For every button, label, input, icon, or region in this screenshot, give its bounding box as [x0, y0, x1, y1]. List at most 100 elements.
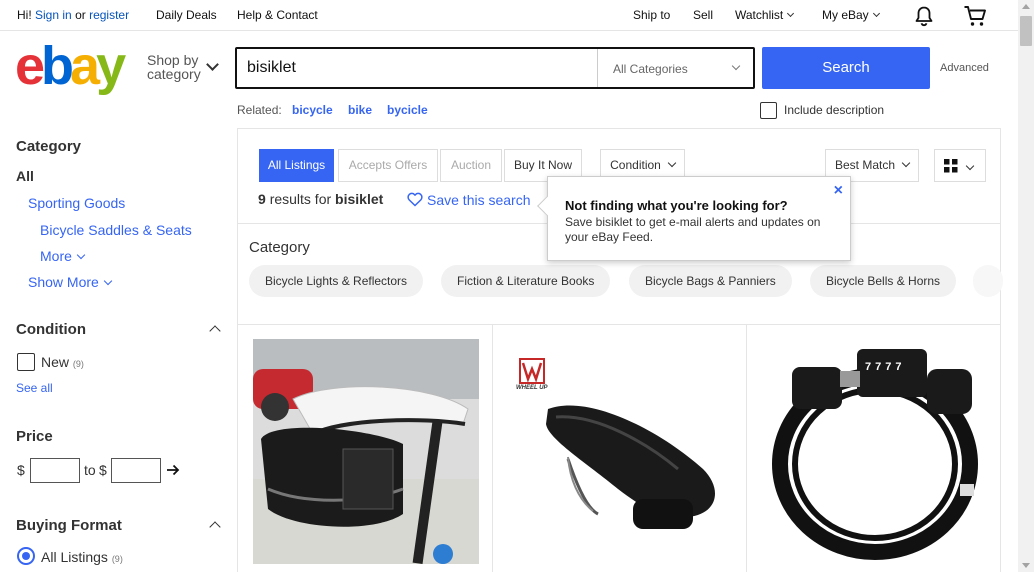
- price-to-label: to: [84, 462, 96, 478]
- show-more-label: Show More: [28, 274, 99, 290]
- notification-bell-icon[interactable]: [913, 5, 935, 27]
- my-ebay-menu[interactable]: My eBay: [822, 8, 880, 22]
- scroll-down-icon[interactable]: [1022, 563, 1030, 568]
- watchlist-label: Watchlist: [735, 8, 784, 22]
- results-number: 9: [258, 191, 266, 207]
- tab-all-listings[interactable]: All Listings: [259, 149, 334, 182]
- include-description-checkbox[interactable]: [760, 102, 777, 119]
- tab-accepts-offers[interactable]: Accepts Offers: [338, 149, 438, 182]
- related-link-bicycle[interactable]: bicycle: [292, 103, 333, 117]
- sort-dropdown-label: Best Match: [834, 158, 896, 172]
- category-chips-heading: Category: [249, 239, 310, 256]
- price-min-input[interactable]: [30, 458, 80, 483]
- related-link-bike[interactable]: bike: [348, 103, 372, 117]
- all-listings-text: All Listings: [41, 549, 108, 565]
- tooltip-body: Save bisiklet to get e-mail alerts and u…: [565, 215, 821, 244]
- tooltip-title: Not finding what you're looking for?: [565, 198, 788, 213]
- arrow-right-icon[interactable]: [165, 462, 181, 478]
- related-searches: Related: bicycle bike bycicle: [237, 103, 428, 117]
- chip-bicycle-bells[interactable]: Bicycle Bells & Horns: [810, 265, 957, 297]
- scroll-thumb[interactable]: [1020, 16, 1032, 46]
- chevron-down-icon: [103, 276, 113, 286]
- include-description-label: Include description: [784, 103, 885, 117]
- page-scrollbar[interactable]: [1018, 0, 1034, 572]
- product-card[interactable]: 7777: [746, 324, 1000, 572]
- condition-new-checkbox[interactable]: [17, 353, 35, 371]
- bike-saddle-image: [508, 339, 734, 564]
- sell-link[interactable]: Sell: [693, 8, 713, 22]
- results-count: 9 results for bisiklet: [258, 191, 383, 207]
- category-select[interactable]: All Categories: [597, 49, 755, 87]
- category-bicycle-saddles[interactable]: Bicycle Saddles & Seats: [40, 222, 192, 238]
- ebay-logo[interactable]: ebay: [15, 39, 126, 93]
- all-listings-count: (9): [111, 554, 123, 564]
- product-brand-text: WHEEL UP: [516, 385, 548, 391]
- price-heading: Price: [16, 428, 53, 445]
- tab-auction[interactable]: Auction: [440, 149, 502, 182]
- product-card[interactable]: WHEEL UP: [492, 324, 746, 572]
- greeting-text: Hi! Sign in or register: [17, 8, 129, 22]
- chevron-down-icon: [901, 158, 911, 168]
- all-listings-radio[interactable]: [17, 547, 35, 565]
- all-listings-label: All Listings (9): [41, 549, 123, 565]
- logo-letter-b: b: [41, 36, 74, 96]
- search-input[interactable]: [247, 49, 592, 87]
- help-contact-link[interactable]: Help & Contact: [237, 8, 318, 22]
- results-for-text: results for: [269, 191, 332, 207]
- related-link-bycicle[interactable]: bycicle: [387, 103, 428, 117]
- save-search-label: Save this search: [427, 192, 531, 208]
- chevron-down-icon: [787, 9, 795, 18]
- or-text: or: [75, 8, 86, 22]
- product-card[interactable]: [238, 324, 492, 572]
- show-more-link[interactable]: Show More: [28, 274, 113, 290]
- scroll-up-icon[interactable]: [1022, 4, 1030, 9]
- chip-bicycle-bags[interactable]: Bicycle Bags & Panniers: [629, 265, 792, 297]
- condition-see-all-link[interactable]: See all: [16, 381, 53, 395]
- chevron-down-icon: [667, 158, 677, 168]
- new-label: New: [41, 354, 70, 370]
- chevron-down-icon: [965, 161, 975, 171]
- watchlist-menu[interactable]: Watchlist: [735, 8, 795, 22]
- chip-bicycle-lights[interactable]: Bicycle Lights & Reflectors: [249, 265, 424, 297]
- collapse-buying-format-icon[interactable]: [209, 521, 221, 533]
- new-count: (9): [72, 359, 84, 369]
- related-label: Related:: [237, 103, 282, 117]
- product-image-saddle-bag[interactable]: [253, 339, 479, 564]
- sign-in-link[interactable]: Sign in: [35, 8, 72, 22]
- register-link[interactable]: register: [89, 8, 129, 22]
- save-search-button[interactable]: Save this search: [407, 190, 531, 208]
- shopping-cart-icon[interactable]: [963, 4, 987, 28]
- advanced-search-link[interactable]: Advanced: [940, 62, 989, 74]
- buying-format-heading: Buying Format: [16, 517, 122, 534]
- results-query: bisiklet: [335, 191, 384, 207]
- collapse-condition-icon[interactable]: [209, 325, 221, 337]
- price-max-currency: $: [99, 462, 107, 478]
- product-image-saddle[interactable]: WHEEL UP: [508, 339, 734, 564]
- category-sporting-goods[interactable]: Sporting Goods: [28, 195, 125, 211]
- search-bar: All Categories: [235, 47, 755, 89]
- grid-view-icon: [944, 159, 958, 173]
- close-icon[interactable]: ×: [834, 182, 843, 200]
- saddle-bag-image: [253, 339, 479, 564]
- logo-letter-a: a: [70, 36, 100, 96]
- daily-deals-link[interactable]: Daily Deals: [156, 8, 217, 22]
- lock-digits: 7777: [865, 361, 906, 373]
- ship-to-link[interactable]: Ship to: [633, 8, 670, 22]
- heart-icon: [407, 192, 423, 207]
- shop-by-label: Shop by: [147, 52, 199, 68]
- logo-letter-y: y: [96, 36, 126, 96]
- search-button[interactable]: Search: [762, 47, 930, 89]
- logo-letter-e: e: [15, 36, 45, 96]
- category-more-link[interactable]: More: [40, 248, 86, 264]
- category-label: category: [147, 66, 201, 82]
- shop-by-category-button[interactable]: Shop by category: [147, 53, 201, 81]
- price-max-input[interactable]: [111, 458, 161, 483]
- condition-new-label: New (9): [41, 354, 84, 370]
- my-ebay-label: My eBay: [822, 8, 869, 22]
- chip-fiction-books[interactable]: Fiction & Literature Books: [441, 265, 611, 297]
- view-toggle-dropdown[interactable]: [934, 149, 986, 182]
- product-image-lock[interactable]: 7777: [762, 339, 988, 564]
- save-search-tooltip: Not finding what you're looking for? Sav…: [537, 176, 851, 261]
- chevron-down-icon: [872, 9, 880, 18]
- chip-partial[interactable]: [973, 265, 1003, 297]
